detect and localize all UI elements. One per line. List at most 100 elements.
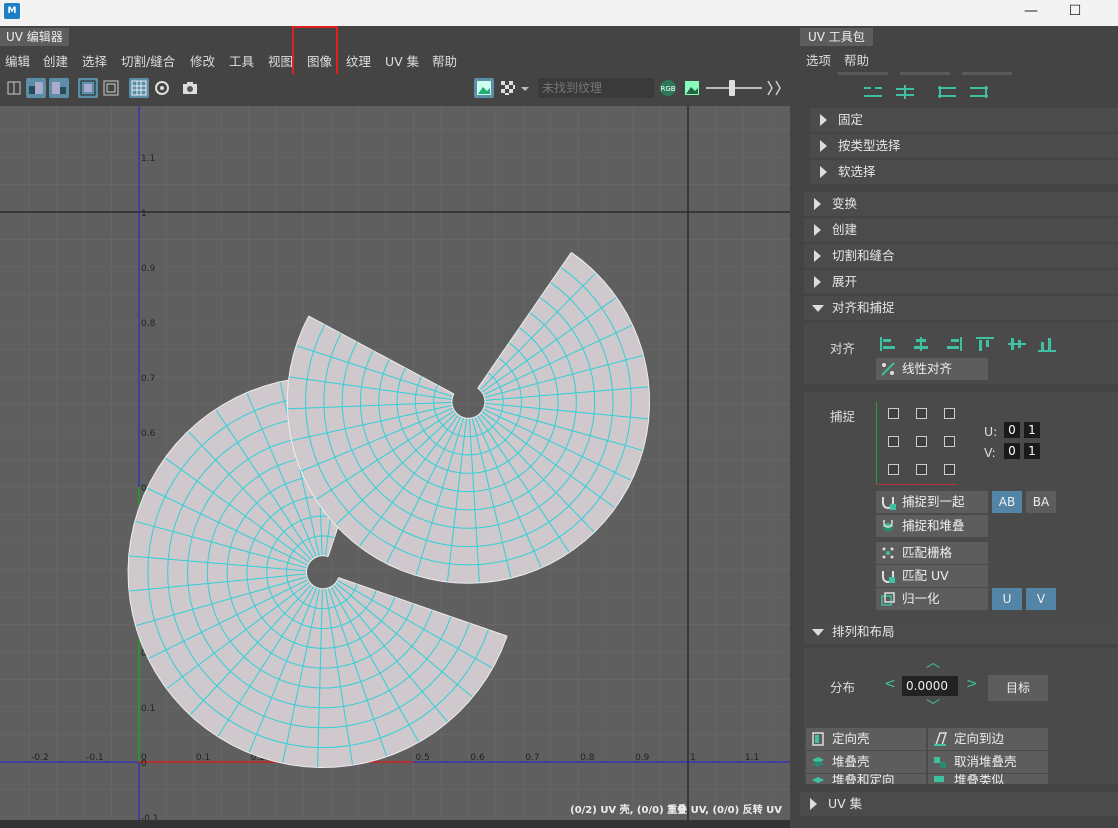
rgb-channel-icon[interactable]: RGB [658,78,678,98]
orient-shells-button[interactable]: 定向壳 [806,728,926,750]
normalize-u-button[interactable]: U [992,588,1022,610]
x-tick-label: -0.1 [86,753,104,763]
x-tick-label: 0.9 [635,753,650,763]
chevron-down-icon [812,305,824,312]
toolkit-menu-help[interactable]: 帮助 [844,50,869,69]
distribute-h-icon[interactable] [862,84,884,100]
menu-edit[interactable]: 编辑 [5,51,30,70]
snap-checkbox-mc[interactable] [916,436,927,447]
match-uv-button[interactable]: 匹配 UV [876,565,988,587]
linear-align-icon [881,362,895,376]
chevron-right-icon [814,224,821,236]
snap-ba-button[interactable]: BA [1026,491,1056,513]
snap-together-button[interactable]: 捕捉到一起 [876,491,988,513]
camera-icon[interactable] [180,78,200,98]
distribute-v-icon[interactable] [894,84,916,100]
section-uv-sets[interactable]: UV 集 [800,792,1118,816]
image-display-icon[interactable] [474,78,494,98]
section-arrange-layout[interactable]: 排列和布局 [804,620,1118,644]
pixel-snap-icon[interactable] [152,78,172,98]
menu-cut-sew[interactable]: 切割/缝合 [121,51,175,70]
section-transform[interactable]: 变换 [804,192,1118,216]
v-value-0[interactable]: 0 [1004,443,1020,459]
chevron-right-icon[interactable]: > [966,676,978,692]
menu-select[interactable]: 选择 [82,51,107,70]
toolbar-expand-icon[interactable] [764,78,784,98]
uv-toolkit-tab[interactable]: UV 工具包 [800,28,873,46]
exposure-icon[interactable] [682,78,702,98]
snap-checkbox-tc[interactable] [916,408,927,419]
linear-align-button[interactable]: 线性对齐 [876,358,988,380]
v-value-1[interactable]: 1 [1024,443,1040,459]
distribute-value-input[interactable]: 0.0000 [902,676,958,696]
space-v-icon[interactable] [968,84,990,100]
maximize-button[interactable]: ☐ [1052,0,1098,24]
grid-toggle-icon[interactable] [129,78,149,98]
uv-frame-a-icon[interactable] [78,78,98,98]
snap-stack-button[interactable]: 捕捉和堆叠 [876,515,988,537]
uv-checker-a-icon[interactable] [26,78,46,98]
chevron-up-icon[interactable]: ︿ [926,652,940,672]
uv-editor-tab[interactable]: UV 编辑器 [0,28,69,46]
chevron-down-icon[interactable]: ﹀ [926,696,940,716]
toolkit-menu-options[interactable]: 选项 [806,50,831,69]
align-center-v-icon[interactable] [1006,336,1028,352]
exposure-slider-handle[interactable] [729,80,735,96]
menu-view[interactable]: 视图 [268,51,293,70]
texture-dropdown[interactable]: 未找到纹理 [538,78,654,98]
snap-checkbox-tl[interactable] [888,408,899,419]
target-button[interactable]: 目标 [988,675,1048,701]
normalize-v-button[interactable]: V [1026,588,1056,610]
uv-frame-b-icon[interactable] [101,78,121,98]
snap-checkbox-bc[interactable] [916,464,927,475]
normalize-button[interactable]: 归一化 [876,588,988,610]
align-right-icon[interactable] [942,336,964,352]
menu-help[interactable]: 帮助 [432,51,457,70]
horizontal-scrollbar[interactable] [0,820,790,828]
section-align-snap[interactable]: 对齐和捕捉 [804,296,1118,320]
menu-texture[interactable]: 纹理 [346,51,371,70]
match-grid-button[interactable]: 匹配栅格 [876,542,988,564]
snap-checkbox-br[interactable] [944,464,955,475]
chevron-left-icon[interactable]: < [884,676,896,692]
snap-checkbox-mr[interactable] [944,436,955,447]
chevron-right-icon [814,276,821,288]
section-soft-select[interactable]: 软选择 [810,160,1118,184]
section-select-by-type[interactable]: 按类型选择 [810,134,1118,158]
unstack-shells-button[interactable]: 取消堆叠壳 [928,751,1048,773]
menu-create[interactable]: 创建 [43,51,68,70]
u-value-1[interactable]: 1 [1024,422,1040,438]
stack-similar-button[interactable]: 堆叠类似 [928,774,1048,784]
section-cut-sew[interactable]: 切割和缝合 [804,244,1118,268]
y-tick-label: 0.8 [141,319,156,329]
align-left-icon[interactable] [878,336,900,352]
minimize-button[interactable]: — [1008,0,1054,24]
section-unfold[interactable]: 展开 [804,270,1118,294]
orient-to-edge-button[interactable]: 定向到边 [928,728,1048,750]
menu-tools[interactable]: 工具 [229,51,254,70]
snap-ab-button[interactable]: AB [992,491,1022,513]
maya-app-icon: M [4,3,20,19]
section-pin[interactable]: 固定 [810,108,1118,132]
align-bottom-icon[interactable] [1036,336,1058,352]
checker-icon[interactable] [498,78,518,98]
snap-checkbox-ml[interactable] [888,436,899,447]
menu-modify[interactable]: 修改 [190,51,215,70]
x-tick-label: -0.2 [31,753,49,763]
align-center-h-icon[interactable] [910,336,932,352]
snap-checkbox-bl[interactable] [888,464,899,475]
align-top-icon[interactable] [974,336,996,352]
stack-shells-button[interactable]: 堆叠壳 [806,751,926,773]
uv-canvas[interactable]: 1.110.90.80.70.60.50.40.30.20.10-0.1-0.2… [0,106,790,820]
stack-orient-button[interactable]: 堆叠和定向 [806,774,926,784]
chevron-down-icon[interactable] [519,78,531,98]
section-create[interactable]: 创建 [804,218,1118,242]
u-value-0[interactable]: 0 [1004,422,1020,438]
snap-checkbox-tr[interactable] [944,408,955,419]
space-h-icon[interactable] [936,84,958,100]
uv-shell-icon[interactable] [4,78,24,98]
orient-shells-icon [812,732,824,746]
uv-checker-b-icon[interactable] [49,78,69,98]
uv-viewport[interactable]: 1.110.90.80.70.60.50.40.30.20.10-0.1-0.2… [0,106,790,820]
menu-uv-sets[interactable]: UV 集 [385,51,419,70]
